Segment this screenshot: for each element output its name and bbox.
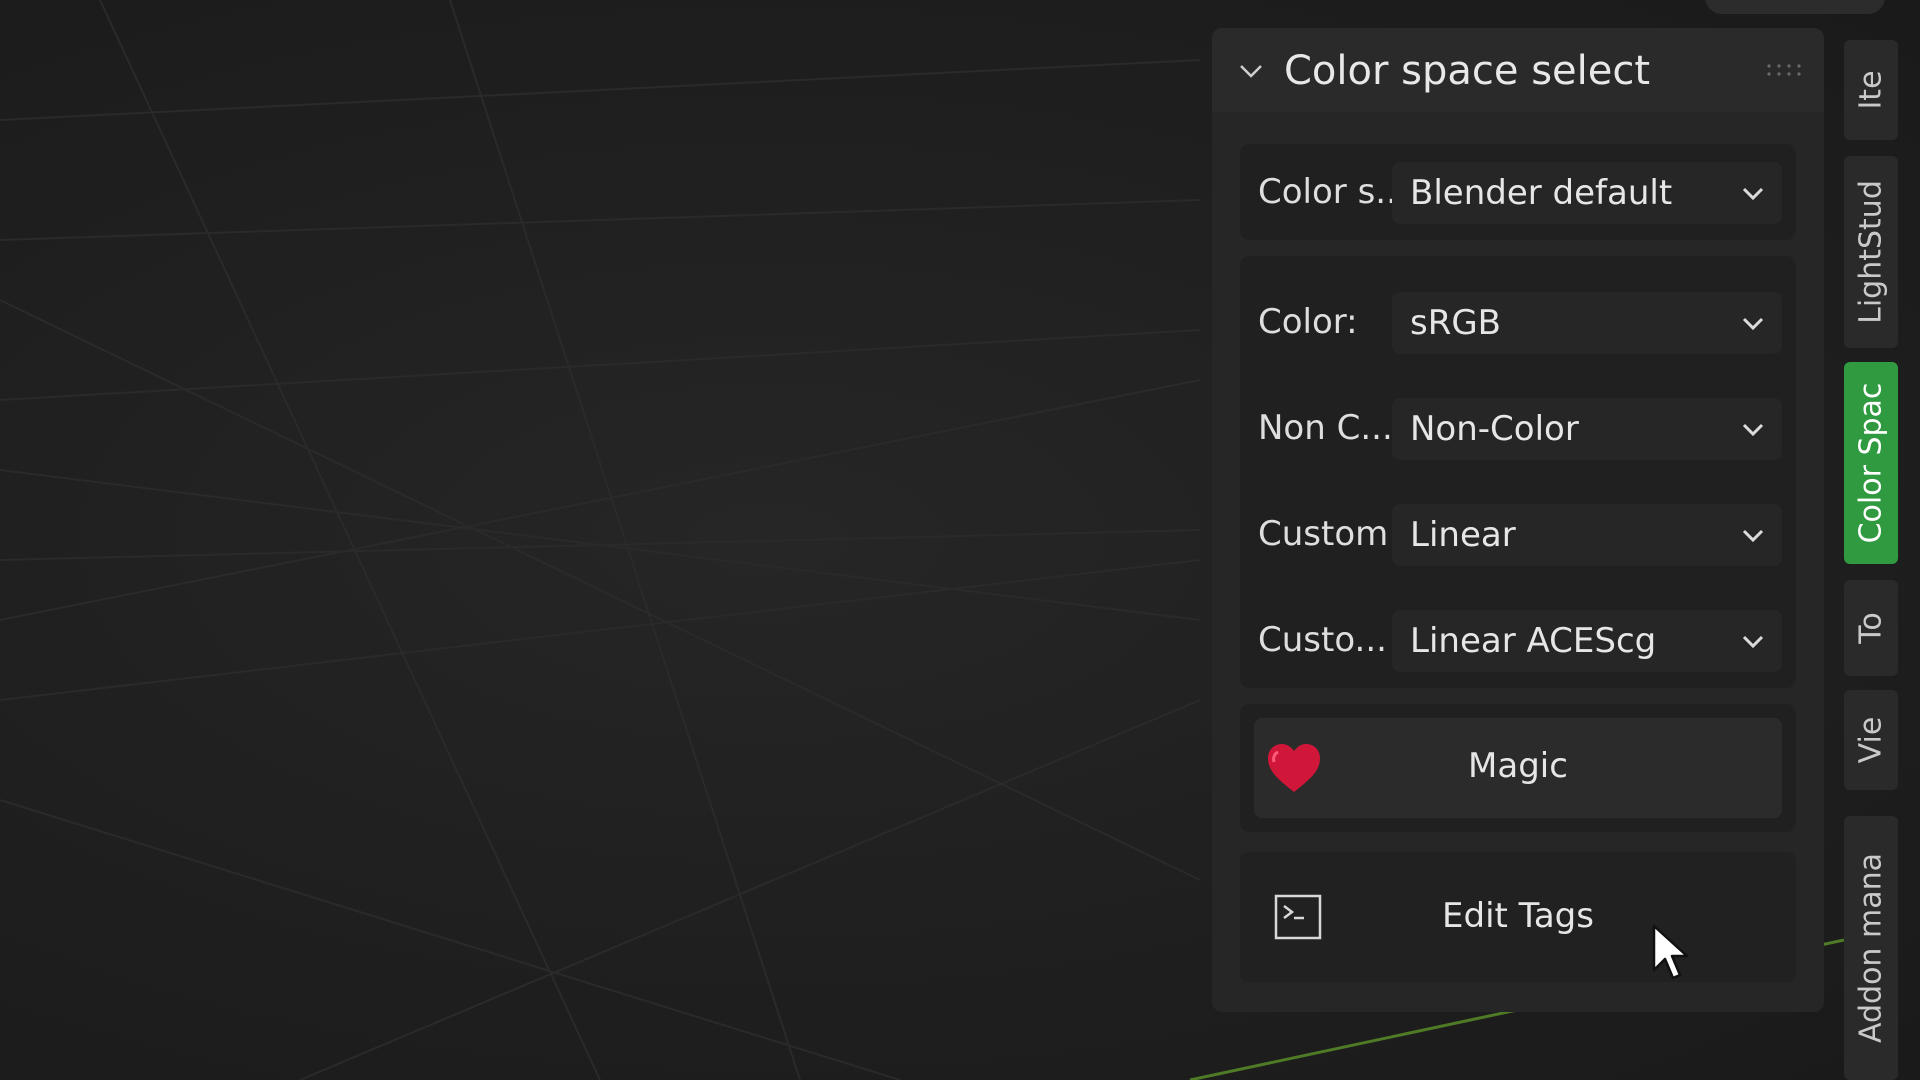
tab-tool[interactable]: To (1844, 580, 1898, 676)
preset-label: Color s... (1258, 172, 1408, 212)
tab-addon-manager[interactable]: Addon mana (1844, 816, 1898, 1080)
custom-value: Linear (1410, 515, 1516, 555)
edit-tags-button-label: Edit Tags (1442, 896, 1594, 936)
non-color-value: Non-Color (1410, 409, 1579, 449)
tab-item-label: Ite (1853, 70, 1889, 110)
sidebar-tabs: Ite LightStud Color Spac To Vie Addon ma… (1844, 40, 1900, 1080)
preset-row: Color s... Blender default (1240, 152, 1796, 232)
non-color-label: Non C... (1258, 408, 1393, 448)
tab-lightstudio[interactable]: LightStud (1844, 156, 1898, 348)
tab-color-space[interactable]: Color Spac (1844, 362, 1898, 564)
panel-title: Color space select (1284, 48, 1651, 94)
preset-box: Color s... Blender default (1240, 144, 1796, 240)
magic-button-label: Magic (1468, 746, 1568, 786)
tab-lightstudio-label: LightStud (1853, 180, 1889, 324)
panel-header[interactable]: Color space select (1212, 28, 1824, 112)
magic-box: Magic (1240, 704, 1796, 832)
chevron-down-icon (1742, 635, 1764, 649)
magic-button[interactable]: Magic (1254, 718, 1782, 818)
chevron-down-icon (1742, 317, 1764, 331)
color-row: Color: sRGB (1240, 282, 1796, 362)
mouse-cursor-icon (1652, 924, 1689, 980)
preset-dropdown[interactable]: Blender default (1392, 162, 1782, 224)
edit-tags-box: Edit Tags (1240, 852, 1796, 982)
header-pill[interactable] (1705, 0, 1885, 14)
color-space-panel: Color space select Color s... Blender de… (1212, 28, 1824, 1012)
edit-tags-button[interactable]: Edit Tags (1240, 852, 1796, 982)
custom-dropdown[interactable]: Linear (1392, 504, 1782, 566)
custom-row: Custom: Linear (1240, 494, 1796, 574)
colorspace-box: Color: sRGB Non C... Non-Color Custom: L… (1240, 256, 1796, 688)
non-color-row: Non C... Non-Color (1240, 388, 1796, 468)
color-value: sRGB (1410, 303, 1502, 343)
preset-value: Blender default (1410, 173, 1673, 213)
chevron-down-icon[interactable] (1238, 58, 1264, 84)
chevron-down-icon (1742, 423, 1764, 437)
tab-item[interactable]: Ite (1844, 40, 1898, 140)
drag-grip-icon[interactable] (1766, 62, 1806, 78)
tab-view[interactable]: Vie (1844, 690, 1898, 790)
tab-addon-manager-label: Addon mana (1853, 853, 1889, 1043)
tab-tool-label: To (1853, 612, 1889, 644)
custom-2-dropdown[interactable]: Linear ACEScg (1392, 610, 1782, 672)
tab-color-space-label: Color Spac (1853, 382, 1889, 544)
color-label: Color: (1258, 302, 1358, 342)
custom-label: Custom: (1258, 514, 1400, 554)
custom-2-label: Custo... (1258, 620, 1387, 660)
tab-view-label: Vie (1853, 716, 1889, 764)
chevron-down-icon (1742, 187, 1764, 201)
custom-2-value: Linear ACEScg (1410, 621, 1657, 661)
color-dropdown[interactable]: sRGB (1392, 292, 1782, 354)
chevron-down-icon (1742, 529, 1764, 543)
custom-2-row: Custo... Linear ACEScg (1240, 600, 1796, 680)
non-color-dropdown[interactable]: Non-Color (1392, 398, 1782, 460)
